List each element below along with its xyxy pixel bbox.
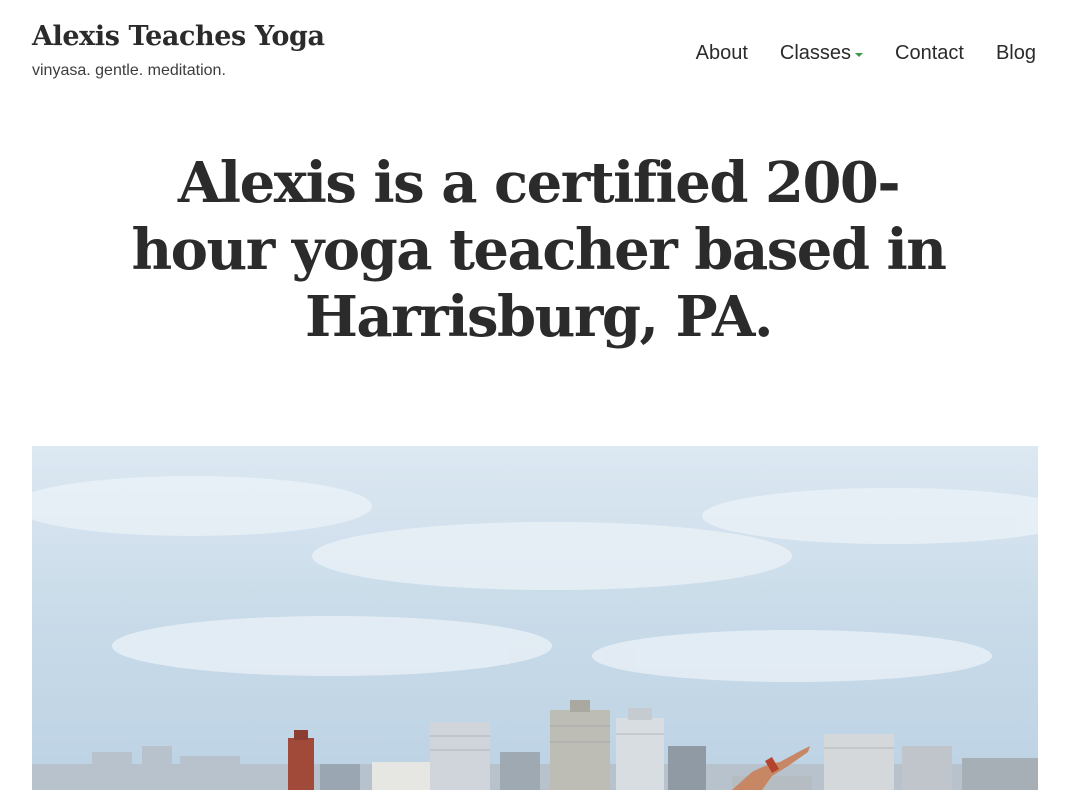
nav-item-classes[interactable]: Classes [779,40,864,66]
site-header: Alexis Teaches Yoga vinyasa. gentle. med… [32,18,1045,88]
nav-item-about[interactable]: About [696,40,748,66]
hero-heading: Alexis is a certified 200-hour yoga teac… [131,150,947,350]
nav-item-label: About [695,42,748,64]
skyline-photo-illustration [32,446,1038,790]
dropdown-caret-icon [855,52,864,57]
nav-item-label: Blog [995,42,1036,64]
hero-photo [32,446,1038,790]
nav-item-label: Contact [895,42,964,64]
nav-item-contact[interactable]: Contact [895,40,964,66]
nav-item-blog[interactable]: Blog [996,40,1036,66]
nav-item-label: Classes [779,42,852,64]
main-nav: About Classes Contact Blog [696,40,1036,66]
